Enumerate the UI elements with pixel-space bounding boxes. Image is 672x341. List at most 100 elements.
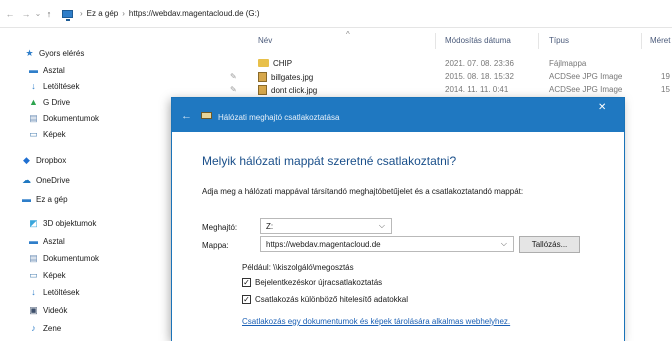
file-name: CHIP (273, 59, 293, 68)
dialog-heading: Melyik hálózati mappát szeretné csatlako… (202, 154, 457, 168)
sidebar-item[interactable]: ◆ Dropbox (21, 155, 67, 166)
sidebar-item-label: Videók (43, 306, 68, 315)
column-header-size[interactable]: Méret (650, 36, 670, 45)
navigation-pane: ★ Gyors elérés ▬ Asztal ↓ Letöltések ▲ G Drive ▤… (0, 28, 170, 341)
other-credentials-checkbox[interactable]: ✓ (242, 295, 251, 304)
file-name: dont click.jpg (271, 86, 318, 95)
column-header-type[interactable]: Típus (549, 36, 569, 45)
onedrive-icon: ☁ (22, 175, 31, 185)
example-path-hint: Például: \\kiszolgáló\megosztás (242, 263, 354, 272)
sidebar-item-label: Asztal (43, 237, 65, 246)
file-row[interactable]: ✎ dont click.jpg 2014. 11. 11. 0:41 ACDS… (230, 84, 672, 96)
music-icon: ♪ (31, 323, 36, 333)
sidebar-item-label: 3D objektumok (43, 219, 97, 228)
pin-icon: ✎ (230, 85, 237, 94)
up-button[interactable]: ↑ (42, 9, 56, 19)
file-list: Név ^ Módosítás dátuma Típus Méret CHIP … (230, 28, 672, 108)
file-name-cell: dont click.jpg (258, 85, 317, 95)
dropbox-icon: ◆ (23, 155, 30, 165)
chevron-down-icon: ⌵ (378, 221, 385, 230)
chevron-down-icon[interactable]: ⌵ (501, 239, 507, 249)
other-credentials-label: Csatlakozás különböző hitelesítő adatokk… (255, 295, 408, 304)
desktop-icon: ▬ (29, 65, 38, 75)
reconnect-label: Bejelentkezéskor újracsatlakoztatás (255, 278, 383, 287)
computer-icon (62, 9, 73, 21)
sidebar-item-label: Dokumentumok (43, 114, 100, 123)
sidebar-item-label: Letöltések (43, 288, 80, 297)
dialog-title-bar: ← Hálózati meghajtó csatlakoztatása ✕ (172, 98, 624, 132)
file-type: ACDSee JPG Image (549, 85, 623, 94)
drive-letter-value: Z: (266, 222, 274, 231)
browse-button[interactable]: Tallózás... (519, 236, 580, 253)
file-row[interactable]: ✎ billgates.jpg 2015. 08. 18. 15:32 ACDS… (230, 71, 672, 83)
3d-objects-icon: ◩ (29, 218, 38, 228)
forward-button[interactable]: → (18, 9, 34, 19)
sort-ascending-icon: ^ (346, 30, 350, 39)
file-modified: 2014. 11. 11. 0:41 (445, 85, 509, 94)
column-header-modified[interactable]: Módosítás dátuma (445, 36, 511, 45)
sidebar-item-label: Zene (43, 324, 62, 333)
breadcrumb-separator: › (122, 9, 125, 18)
sidebar-item[interactable]: ▣ Videók (28, 305, 68, 316)
dialog-description: Adja meg a hálózati mappával társítandó … (202, 187, 524, 196)
sidebar-item[interactable]: ◩ 3D objektumok (28, 218, 97, 229)
sidebar-item-label: Dropbox (36, 156, 67, 165)
file-name-cell: billgates.jpg (258, 72, 313, 82)
map-network-drive-dialog: ← Hálózati meghajtó csatlakoztatása ✕ Me… (172, 98, 624, 341)
column-divider (538, 33, 539, 49)
pin-icon: ✎ (230, 72, 237, 81)
documents-icon: ▤ (29, 113, 38, 123)
star-icon: ★ (25, 48, 34, 58)
file-name: billgates.jpg (271, 73, 314, 82)
file-name-cell: CHIP (258, 59, 292, 68)
documents-icon: ▤ (29, 253, 38, 263)
back-arrow-icon[interactable]: ← (181, 110, 192, 122)
gdrive-icon: ▲ (29, 97, 38, 107)
sidebar-item[interactable]: ☁ OneDrive (21, 175, 70, 186)
dialog-title: Hálózati meghajtó csatlakoztatása (218, 113, 340, 122)
sidebar-item[interactable]: ↓ Letöltések (28, 288, 80, 298)
sidebar-item[interactable]: ▤ Dokumentumok (28, 113, 100, 124)
close-button[interactable]: ✕ (598, 102, 606, 113)
breadcrumb[interactable]: › Ez a gép › https://webdav.magentacloud… (62, 9, 260, 21)
breadcrumb-this-pc[interactable]: Ez a gép (87, 9, 119, 18)
sidebar-item[interactable]: ▤ Dokumentumok (28, 253, 100, 264)
drive-label: Meghajtó: (202, 223, 238, 232)
sidebar-item-label: Ez a gép (36, 195, 68, 204)
pictures-icon: ▭ (29, 129, 38, 139)
sidebar-item-label: Képek (43, 130, 66, 139)
sidebar-item[interactable]: ▭ Képek (28, 129, 66, 140)
other-credentials-option[interactable]: ✓ Csatlakozás különböző hitelesítő adato… (242, 295, 408, 304)
recent-locations-chevron-icon[interactable]: ⌄ (34, 9, 42, 18)
breadcrumb-separator: › (80, 9, 83, 18)
sidebar-item[interactable]: ↓ Letöltések (28, 82, 80, 92)
folder-path-combobox[interactable]: https://webdav.magentacloud.de ⌵ (260, 236, 514, 252)
reconnect-option[interactable]: ✓ Bejelentkezéskor újracsatlakoztatás (242, 278, 382, 287)
drive-letter-select[interactable]: Z: ⌵ (260, 218, 392, 234)
sidebar-item[interactable]: ▲ G Drive (28, 97, 71, 108)
sidebar-item-label: Dokumentumok (43, 254, 100, 263)
folder-label: Mappa: (202, 241, 229, 250)
videos-icon: ▣ (29, 305, 38, 315)
reconnect-checkbox[interactable]: ✓ (242, 278, 251, 287)
sidebar-item[interactable]: ▬ Asztal (28, 65, 65, 76)
sidebar-item[interactable]: ▬ Asztal (28, 237, 65, 247)
column-header-name[interactable]: Név (258, 36, 272, 45)
file-modified: 2015. 08. 18. 15:32 (445, 72, 514, 81)
folder-path-value: https://webdav.magentacloud.de (266, 240, 381, 249)
sidebar-item[interactable]: ★ Gyors elérés (24, 48, 84, 59)
file-type: ACDSee JPG Image (549, 72, 623, 81)
pictures-icon: ▭ (29, 270, 38, 280)
back-button[interactable]: ← (2, 9, 18, 19)
website-storage-link[interactable]: Csatlakozás egy dokumentumok és képek tá… (242, 317, 510, 326)
sidebar-item-label: G Drive (43, 98, 71, 107)
address-bar: ← → ⌄ ↑ › Ez a gép › https://webdav.mage… (0, 0, 672, 28)
file-row[interactable]: CHIP 2021. 07. 08. 23:36 Fájlmappa (240, 58, 672, 70)
sidebar-item-label: Letöltések (43, 82, 80, 91)
file-size: 15 (661, 85, 670, 94)
file-modified: 2021. 07. 08. 23:36 (445, 59, 514, 68)
sidebar-item[interactable]: ♪ Zene (28, 323, 62, 334)
sidebar-item[interactable]: ▭ Képek (28, 270, 65, 281)
sidebar-item[interactable]: ▬ Ez a gép (21, 195, 68, 205)
breadcrumb-drive-g[interactable]: https://webdav.magentacloud.de (G:) (129, 9, 260, 18)
